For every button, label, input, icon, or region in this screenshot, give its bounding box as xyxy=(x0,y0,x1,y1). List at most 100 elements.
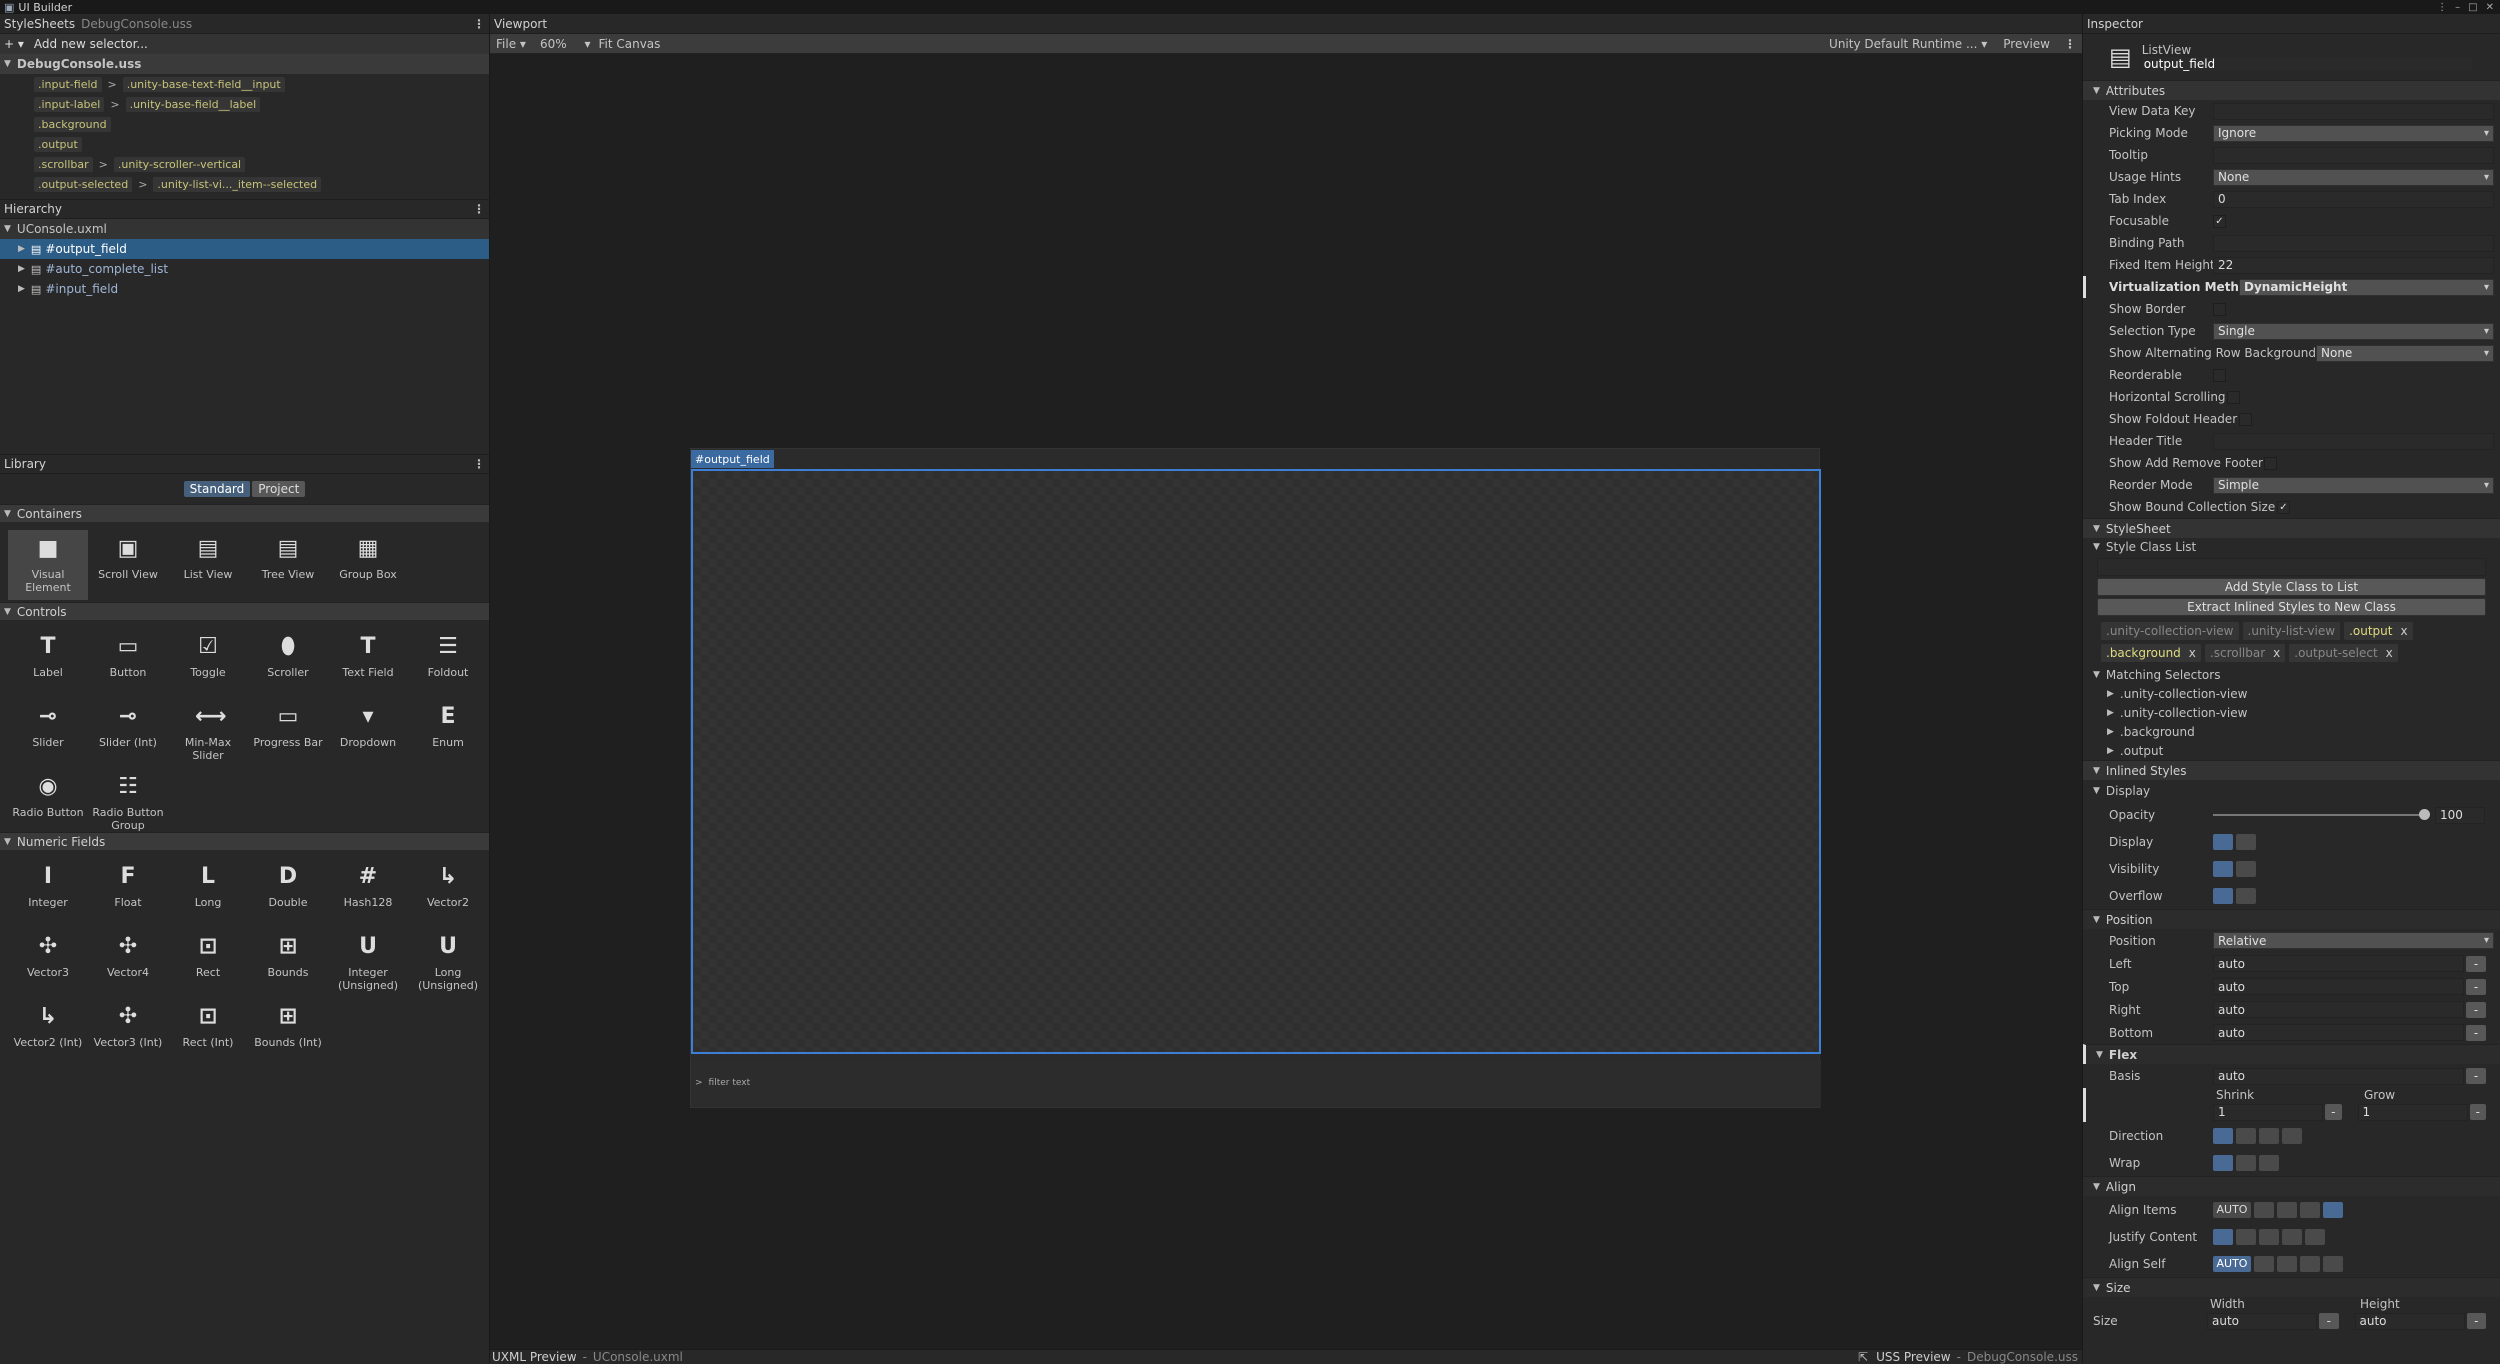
overflow-visible-icon[interactable] xyxy=(2213,887,2233,904)
shrink-unit-button[interactable]: - xyxy=(2325,1104,2342,1120)
library-item-long-unsigned[interactable]: U Long (Unsigned) xyxy=(408,928,488,998)
wrap-nowrap-icon[interactable] xyxy=(2213,1155,2233,1171)
more-icon[interactable]: ⋮ xyxy=(2437,2,2447,13)
stylesheet-item[interactable]: ▼ DebugConsole.uss xyxy=(0,54,489,74)
left-field[interactable]: auto xyxy=(2213,955,2464,972)
library-tab-standard[interactable]: Standard xyxy=(183,481,251,497)
library-item-text-field[interactable]: T Text Field xyxy=(328,628,408,698)
height-unit-button[interactable]: - xyxy=(2466,1313,2486,1329)
wrap-wrap-icon[interactable] xyxy=(2236,1155,2256,1171)
width-unit-button[interactable]: - xyxy=(2319,1313,2339,1329)
usage-hints-dropdown[interactable]: None xyxy=(2213,168,2494,186)
stylesheets-menu-icon[interactable]: ⋮ xyxy=(473,17,485,31)
theme-dropdown[interactable]: Unity Default Runtime ... ▾ xyxy=(1829,37,1987,51)
top-unit-button[interactable]: - xyxy=(2466,978,2486,995)
hierarchy-item-input-field[interactable]: ▶ ▤ #input_field xyxy=(0,279,489,299)
shrink-field[interactable]: 1 xyxy=(2213,1103,2323,1121)
expand-icon[interactable]: ▶ xyxy=(2107,708,2114,718)
uss-preview-label[interactable]: USS Preview xyxy=(1876,1350,1951,1364)
direction-column-reverse-icon[interactable] xyxy=(2236,1128,2256,1144)
library-item-group-box[interactable]: ▦ Group Box xyxy=(328,530,408,600)
attributes-section[interactable]: ▼ Attributes xyxy=(2083,80,2500,100)
fit-canvas-button[interactable]: Fit Canvas xyxy=(598,37,660,51)
selector-row[interactable]: .background xyxy=(34,114,489,134)
display-flex-icon[interactable] xyxy=(2213,833,2233,850)
library-item-tree-view[interactable]: ▤ Tree View xyxy=(248,530,328,600)
library-item-vector3[interactable]: ✣ Vector3 xyxy=(8,928,88,998)
library-item-radio-button[interactable]: ◉ Radio Button xyxy=(8,768,88,838)
selector-row[interactable]: .input-field > .unity-base-text-field__inp… xyxy=(34,74,489,94)
selector-row[interactable]: .scrollbar > .unity-scroller--vertical xyxy=(34,154,489,174)
horizontal-scrolling-checkbox[interactable] xyxy=(2227,390,2240,404)
hierarchy-menu-icon[interactable]: ⋮ xyxy=(473,202,485,216)
library-item-scroll-view[interactable]: ▣ Scroll View xyxy=(88,530,168,600)
opacity-field[interactable]: 100 xyxy=(2435,806,2485,824)
element-name-field[interactable]: output_field xyxy=(2141,57,2472,71)
align-self-center-icon[interactable] xyxy=(2277,1255,2297,1272)
hierarchy-item-output-field[interactable]: ▶ ▤ #output_field xyxy=(0,239,489,259)
show-bound-size-checkbox[interactable]: ✓ xyxy=(2277,500,2290,514)
flex-section[interactable]: ▼ Flex xyxy=(2083,1044,2500,1064)
add-icon[interactable]: + ▾ xyxy=(4,37,24,51)
focusable-checkbox[interactable]: ✓ xyxy=(2213,214,2226,228)
class-pill-background[interactable]: .background x xyxy=(2101,644,2201,662)
extract-inlined-button[interactable]: Extract Inlined Styles to New Class xyxy=(2097,598,2486,616)
align-items-end-icon[interactable] xyxy=(2300,1201,2320,1218)
direction-row-reverse-icon[interactable] xyxy=(2282,1128,2302,1144)
library-tab-project[interactable]: Project xyxy=(252,481,306,497)
selection-type-dropdown[interactable]: Single xyxy=(2213,322,2494,340)
justify-between-icon[interactable] xyxy=(2282,1228,2302,1245)
file-menu[interactable]: File ▾ xyxy=(496,37,526,51)
left-unit-button[interactable]: - xyxy=(2466,955,2486,972)
library-item-foldout[interactable]: ☰ Foldout xyxy=(408,628,488,698)
library-item-slider-int[interactable]: ⊸ Slider (Int) xyxy=(88,698,168,768)
matching-selector-item[interactable]: ▶ .unity-collection-view xyxy=(2083,703,2500,722)
matching-selector-item[interactable]: ▶ .output xyxy=(2083,741,2500,760)
stylesheet-section[interactable]: ▼ StyleSheet xyxy=(2083,518,2500,538)
align-self-end-icon[interactable] xyxy=(2300,1255,2320,1272)
right-unit-button[interactable]: - xyxy=(2466,1001,2486,1018)
class-pill-unity-list-view[interactable]: .unity-list-view xyxy=(2242,622,2341,640)
library-menu-icon[interactable]: ⋮ xyxy=(473,457,485,471)
close-icon[interactable]: ✕ xyxy=(2486,2,2494,13)
basis-field[interactable]: auto xyxy=(2213,1067,2464,1085)
library-item-button[interactable]: ▭ Button xyxy=(88,628,168,698)
visibility-visible-icon[interactable] xyxy=(2213,860,2233,877)
align-self-stretch-icon[interactable] xyxy=(2323,1255,2343,1272)
justify-around-icon[interactable] xyxy=(2305,1228,2325,1245)
library-item-vector2[interactable]: ↳ Vector2 xyxy=(408,858,488,928)
library-item-bounds[interactable]: ⊞ Bounds xyxy=(248,928,328,998)
tab-index-field[interactable]: 0 xyxy=(2213,190,2494,208)
direction-column-icon[interactable] xyxy=(2213,1128,2233,1144)
visibility-hidden-icon[interactable] xyxy=(2236,860,2256,877)
matching-selector-item[interactable]: ▶ .unity-collection-view xyxy=(2083,684,2500,703)
overflow-hidden-icon[interactable] xyxy=(2236,887,2256,904)
output-field-element[interactable] xyxy=(691,469,1821,1054)
opacity-slider[interactable] xyxy=(2213,809,2430,820)
justify-center-icon[interactable] xyxy=(2236,1228,2256,1245)
library-item-list-view[interactable]: ▤ List View xyxy=(168,530,248,600)
library-item-vector4[interactable]: ✣ Vector4 xyxy=(88,928,168,998)
library-item-visual-element[interactable]: ■ Visual Element xyxy=(8,530,88,600)
right-field[interactable]: auto xyxy=(2213,1001,2464,1018)
opacity-slider-handle[interactable] xyxy=(2419,809,2430,820)
selector-row[interactable]: .input-label > .unity-base-field__label xyxy=(34,94,489,114)
grow-field[interactable]: 1 xyxy=(2357,1103,2468,1121)
input-field-element[interactable]: > filter text xyxy=(691,1059,1821,1107)
alt-rows-dropdown[interactable]: None xyxy=(2316,344,2494,362)
library-item-double[interactable]: D Double xyxy=(248,858,328,928)
library-item-scroller[interactable]: ⬮ Scroller xyxy=(248,628,328,698)
binding-path-field[interactable] xyxy=(2213,234,2494,252)
preview-button[interactable]: Preview xyxy=(2003,37,2050,51)
picking-mode-dropdown[interactable]: Ignore xyxy=(2213,124,2494,142)
class-name-input[interactable] xyxy=(2097,558,2486,576)
class-pill-output[interactable]: .output x xyxy=(2344,622,2413,640)
hierarchy-root[interactable]: ▼ UConsole.uxml xyxy=(0,219,489,239)
header-title-field[interactable] xyxy=(2213,432,2494,450)
remove-class-icon[interactable]: x xyxy=(2386,646,2393,660)
top-field[interactable]: auto xyxy=(2213,978,2464,995)
class-pill-output-select[interactable]: .output-select x xyxy=(2289,644,2398,662)
library-item-toggle[interactable]: ☑ Toggle xyxy=(168,628,248,698)
bottom-field[interactable]: auto xyxy=(2213,1024,2464,1041)
align-items-auto-button[interactable]: AUTO xyxy=(2213,1201,2251,1218)
